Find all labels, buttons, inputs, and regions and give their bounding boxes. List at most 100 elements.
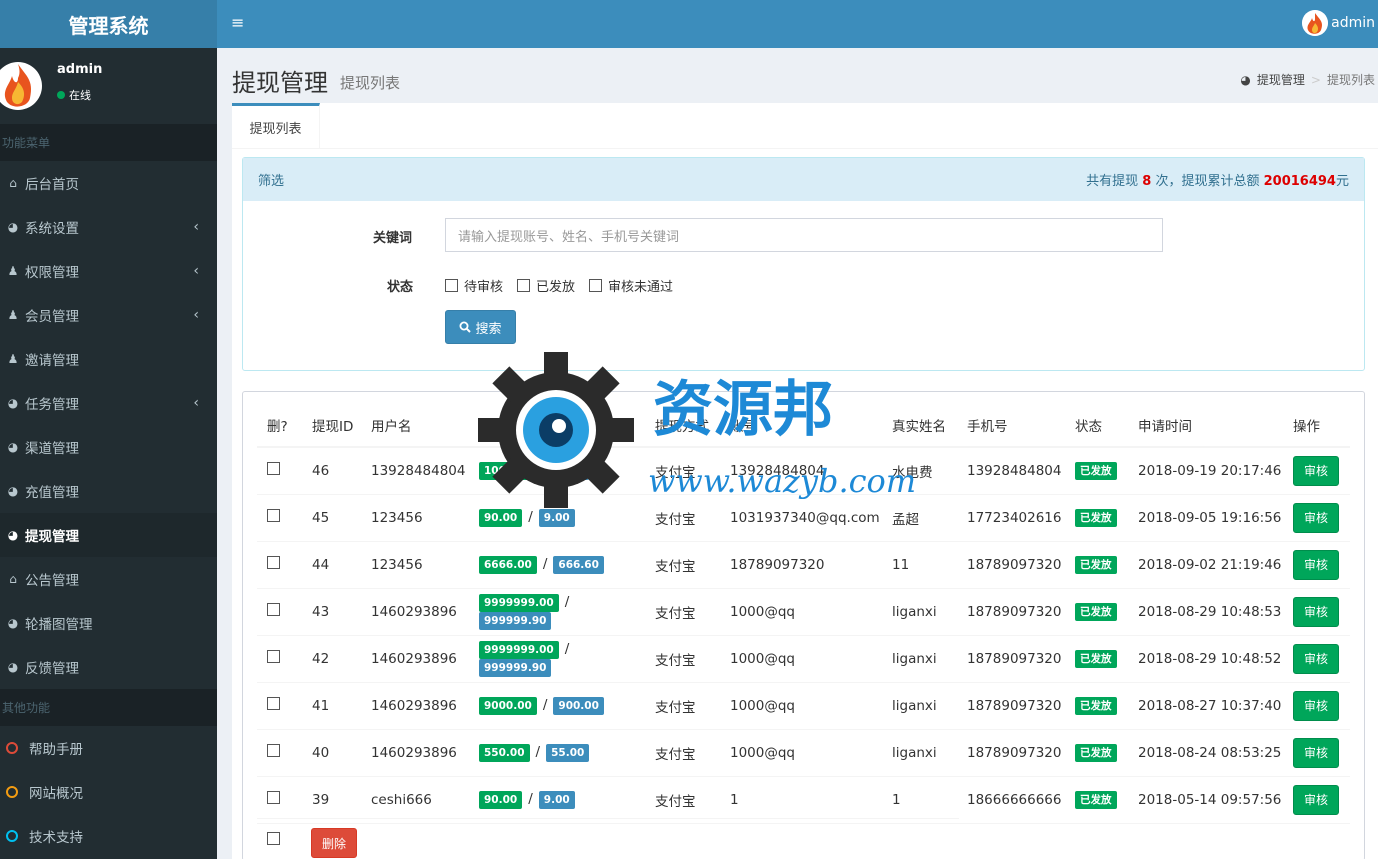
sidebar-item-8[interactable]: ◕ 提现管理 (0, 513, 217, 557)
checkbox[interactable] (445, 279, 458, 292)
amount-badge: 90.00 (479, 508, 523, 527)
row-checkbox[interactable] (267, 791, 280, 804)
summary-mid: 次，提现累计总额 (1151, 174, 1264, 189)
sidebar-item-3[interactable]: ♟ 会员管理 ‹ (0, 293, 217, 337)
status-option-pending[interactable]: 待审核 (445, 276, 503, 295)
sidebar-item-label: 权限管理 (25, 265, 79, 281)
cell-id: 40 (302, 729, 361, 777)
col-account: 账号 (720, 404, 882, 448)
tab-withdraw-list[interactable]: 提现列表 (232, 103, 320, 149)
search-icon (459, 321, 472, 333)
sidebar-item-5[interactable]: ◕ 任务管理 ‹ (0, 381, 217, 425)
amount-separator: / (542, 696, 548, 713)
checkbox[interactable] (517, 279, 531, 292)
audit-button[interactable]: 审核 (1293, 690, 1339, 721)
sidebar-item-0[interactable]: ⌂ 后台首页 (0, 161, 217, 205)
row-select-cell (257, 729, 302, 777)
cell-status: 已发放 (1065, 776, 1128, 824)
status-option-rejected[interactable]: 审核未通过 (589, 276, 673, 295)
topbar-username[interactable]: admin (1331, 15, 1375, 31)
cell-realname: 1 (882, 776, 957, 824)
sidebar-item-1[interactable]: ◕ 系统设置 ‹ (0, 205, 217, 249)
row-checkbox[interactable] (267, 650, 280, 663)
checkbox[interactable] (589, 279, 603, 292)
row-checkbox[interactable] (267, 462, 280, 476)
row-select-cell (257, 635, 302, 683)
withdraw-table: 删? 提现ID 用户名 提现金额/手续费 提现方式 账号 真实姓名 手机号 状态… (257, 404, 1350, 824)
sidebar-other-item-0[interactable]: 帮助手册 (0, 726, 217, 770)
table-header-row: 删? 提现ID 用户名 提现金额/手续费 提现方式 账号 真实姓名 手机号 状态… (257, 404, 1350, 448)
cell-action: 审核 (1283, 682, 1350, 730)
status-option-issued[interactable]: 已发放 (517, 276, 575, 295)
row-checkbox[interactable] (267, 697, 280, 710)
cell-action: 审核 (1283, 729, 1350, 777)
cell-id: 46 (302, 447, 361, 495)
audit-button[interactable]: 审核 (1293, 455, 1339, 486)
audit-button[interactable]: 审核 (1293, 784, 1339, 815)
sidebar-toggle-icon[interactable]: ≡ (231, 13, 244, 32)
fee-badge: 999999.90 (479, 611, 552, 630)
sidebar-item-10[interactable]: ◕ 轮播图管理 (0, 601, 217, 645)
users-icon: ♟ (7, 308, 19, 322)
chevron-left-icon: ‹ (193, 219, 199, 235)
sidebar-other-item-2[interactable]: 技术支持 (0, 814, 217, 858)
app-logo[interactable]: 管理系统 (0, 0, 217, 48)
amount-badge: 6666.00 (479, 555, 537, 574)
cell-account: 1000@qq (720, 588, 882, 636)
audit-button[interactable]: 审核 (1293, 643, 1339, 674)
sidebar-item-7[interactable]: ◕ 充值管理 (0, 469, 217, 513)
status-badge: 已发放 (1075, 743, 1117, 762)
keyword-input[interactable]: 请输入提现账号、姓名、手机号关键词 (445, 218, 1163, 252)
sidebar-item-9[interactable]: ⌂ 公告管理 (0, 557, 217, 601)
table-row: 43 1460293896 9999999.00 / 999999.90 支付宝 1000@… (257, 588, 1350, 636)
cell-action: 审核 (1283, 635, 1350, 683)
cell-username: 1460293896 (361, 682, 469, 730)
cell-username: 1460293896 (361, 588, 469, 636)
page-title: 提现管理 (232, 69, 328, 97)
fee-badge: 999999.90 (479, 658, 552, 677)
audit-button[interactable]: 审核 (1293, 596, 1339, 627)
audit-button[interactable]: 审核 (1293, 737, 1339, 768)
sidebar-item-11[interactable]: ◕ 反馈管理 (0, 645, 217, 689)
fee-badge: 55.00 (546, 743, 590, 762)
select-all-checkbox[interactable] (267, 832, 280, 845)
col-username: 用户名 (361, 404, 469, 448)
row-checkbox[interactable] (267, 603, 280, 616)
status-badge: 已发放 (1075, 649, 1117, 668)
sidebar: 管理系统 admin 在线 功能菜单 ⌂ 后台首页 ◕ 系统设置 ‹ ♟ 权限管理 ‹ ♟ 会员管… (0, 0, 217, 859)
row-checkbox[interactable] (267, 744, 280, 757)
topbar-avatar-icon[interactable] (1302, 10, 1328, 36)
status-checkboxes: 待审核 已发放 审核未通过 (445, 276, 673, 295)
menu-header-main: 功能菜单 (0, 124, 217, 161)
cell-username: 13928484804 (361, 447, 469, 495)
filter-summary: 共有提现 8 次，提现累计总额 20016494元 (1086, 170, 1349, 189)
cell-account: 1031937340@qq.com (720, 494, 882, 542)
table-row: 45 123456 90.00 / 9.00 支付宝 1031937340@qq.com 孟超… (257, 494, 1350, 542)
flame-avatar-icon (0, 62, 42, 110)
cell-username: ceshi666 (361, 776, 469, 824)
breadcrumb-item-1[interactable]: 提现管理 (1257, 71, 1305, 88)
cell-username: 123456 (361, 494, 469, 542)
cell-id: 42 (302, 635, 361, 683)
cell-method: 支付宝 (645, 729, 720, 777)
delete-button[interactable]: 删除 (311, 828, 357, 858)
fee-badge: 666.60 (553, 555, 604, 574)
row-checkbox[interactable] (267, 509, 280, 522)
sidebar-item-4[interactable]: ♟ 邀请管理 (0, 337, 217, 381)
cell-time: 2018-08-27 10:37:40 (1128, 682, 1283, 730)
sidebar-item-2[interactable]: ♟ 权限管理 ‹ (0, 249, 217, 293)
amount-separator: / (564, 640, 570, 657)
row-checkbox[interactable] (267, 556, 280, 569)
sidebar-other-item-1[interactable]: 网站概况 (0, 770, 217, 814)
audit-button[interactable]: 审核 (1293, 502, 1339, 533)
search-button[interactable]: 搜索 (445, 310, 516, 344)
audit-button[interactable]: 审核 (1293, 549, 1339, 580)
amount-separator: / (542, 555, 548, 572)
status-badge: 已发放 (1075, 790, 1117, 809)
cell-amount: 90.00 / 9.00 (469, 494, 645, 542)
cell-time: 2018-05-14 09:57:56 (1128, 776, 1283, 824)
cell-phone: 18789097320 (957, 635, 1065, 683)
sidebar-item-6[interactable]: ◕ 渠道管理 (0, 425, 217, 469)
sidebar-item-label: 邀请管理 (25, 353, 79, 369)
cell-time: 2018-09-02 21:19:46 (1128, 541, 1283, 589)
